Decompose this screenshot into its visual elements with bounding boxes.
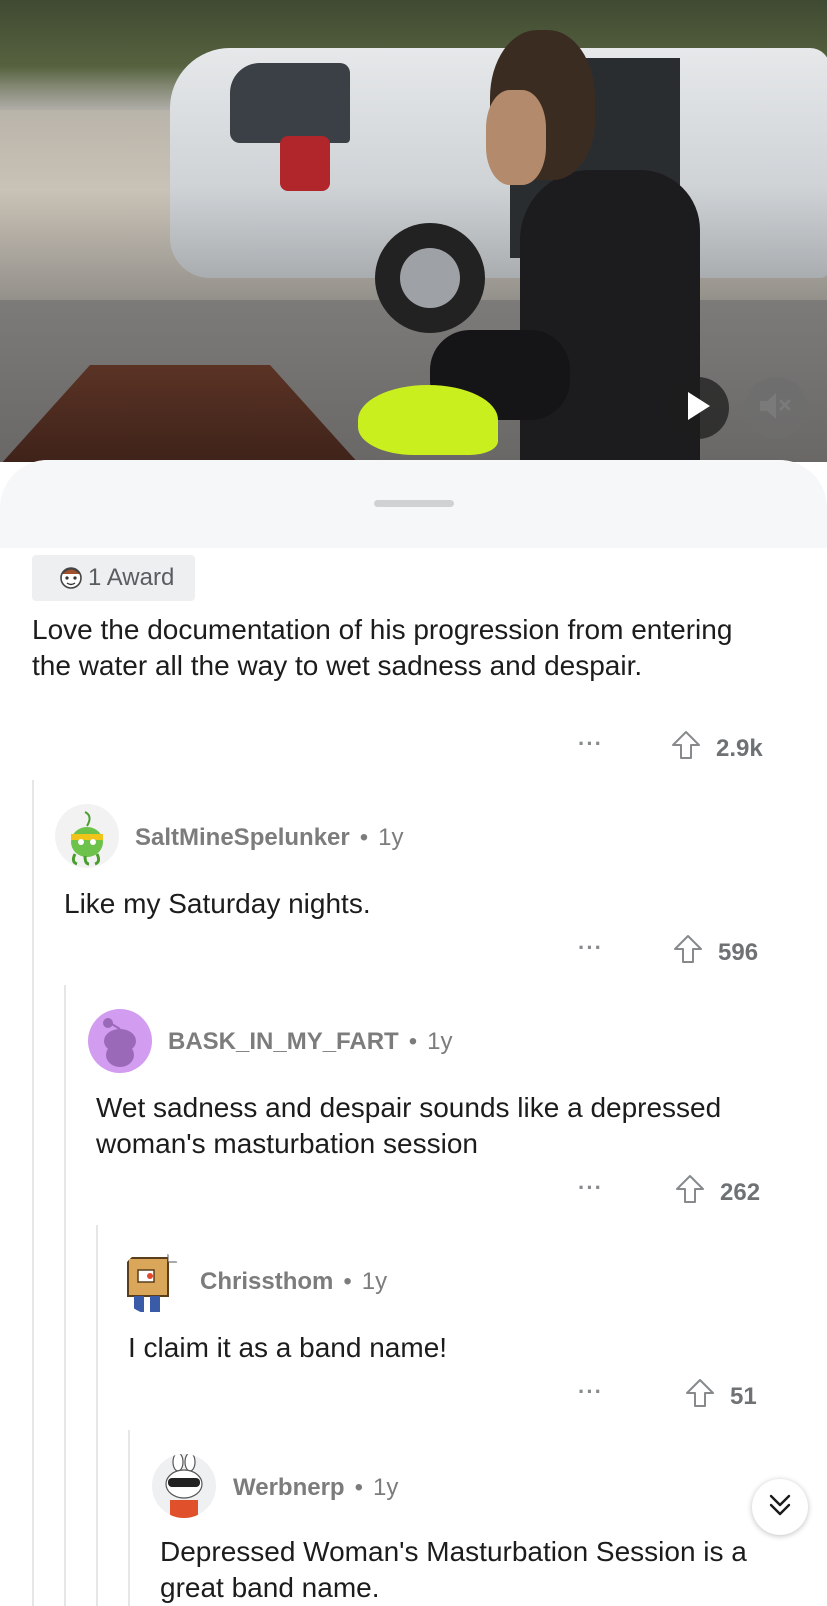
comment-meta: SaltMineSpelunker • 1y	[135, 824, 404, 852]
username[interactable]: Chrissthom	[200, 1268, 333, 1296]
upvote-button[interactable]: 51	[684, 1377, 757, 1416]
timestamp: 1y	[427, 1028, 453, 1055]
play-button[interactable]	[667, 377, 729, 439]
more-options-button[interactable]: ···	[578, 1175, 603, 1201]
thread-line-level-4[interactable]	[128, 1430, 130, 1606]
separator-dot: •	[408, 1028, 418, 1055]
double-chevron-down-icon	[765, 1490, 795, 1525]
award-label: 1 Award	[88, 564, 175, 591]
timestamp: 1y	[372, 1474, 399, 1501]
avatar[interactable]	[152, 1454, 216, 1518]
drag-handle[interactable]	[374, 500, 454, 507]
thread-line-level-3[interactable]	[96, 1225, 98, 1606]
username[interactable]: BASK_IN_MY_FART	[168, 1028, 399, 1056]
separator-dot: •	[354, 1474, 363, 1501]
comment-meta: Chrissthom • 1y	[200, 1268, 387, 1296]
sheet-header	[0, 460, 827, 548]
speaker-muted-icon	[758, 391, 794, 426]
comment-meta: BASK_IN_MY_FART • 1y	[168, 1028, 452, 1056]
comment-text: Depressed Woman's Masturbation Session i…	[160, 1536, 747, 1603]
comment-text: I claim it as a band name!	[128, 1332, 448, 1363]
video-player[interactable]	[0, 0, 827, 462]
separator-dot: •	[343, 1268, 352, 1295]
timestamp: 1y	[378, 824, 404, 851]
thread-line-level-1[interactable]	[32, 780, 34, 1606]
vote-count: 262	[720, 1178, 761, 1206]
play-icon	[684, 390, 712, 427]
next-comment-button[interactable]	[752, 1479, 808, 1535]
avatar[interactable]	[55, 804, 119, 868]
upvote-arrow-icon	[684, 1377, 716, 1416]
thread-line-level-2[interactable]	[64, 985, 66, 1606]
upvote-button[interactable]: 596	[672, 933, 758, 972]
vote-count: 51	[730, 1382, 757, 1410]
upvote-button[interactable]: 262	[674, 1173, 760, 1212]
more-options-button[interactable]: ···	[578, 935, 603, 961]
more-options-button[interactable]: ···	[578, 731, 603, 757]
avatar[interactable]	[88, 1009, 152, 1073]
award-badge[interactable]: 1 Award	[32, 555, 195, 601]
upvote-arrow-icon	[672, 933, 704, 972]
username[interactable]: SaltMineSpelunker	[135, 824, 350, 852]
comment-text: Wet sadness and despair sounds like a de…	[96, 1092, 722, 1159]
vote-count: 596	[718, 938, 759, 966]
upvote-arrow-icon	[674, 1173, 706, 1212]
upvote-button[interactable]: 2.9k	[670, 729, 763, 768]
avatar[interactable]	[120, 1250, 184, 1314]
more-options-button[interactable]: ···	[578, 1379, 603, 1405]
award-icon	[58, 564, 84, 597]
username[interactable]: Werbnerp	[233, 1474, 345, 1502]
video-yellow-cloth	[358, 385, 498, 455]
vote-count: 2.9k	[716, 734, 763, 762]
upvote-arrow-icon	[670, 729, 702, 768]
comment-text: Like my Saturday nights.	[64, 888, 371, 919]
comment-meta: Werbnerp • 1y	[233, 1474, 398, 1502]
mute-button[interactable]	[745, 377, 807, 439]
comment-text: Love the documentation of his progressio…	[32, 614, 733, 681]
timestamp: 1y	[361, 1268, 388, 1295]
separator-dot: •	[359, 824, 369, 851]
